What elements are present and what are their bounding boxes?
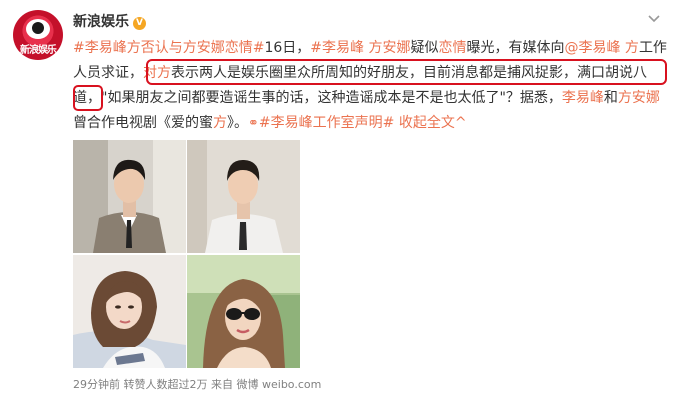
name-link[interactable]: 李易峰 xyxy=(562,90,604,106)
link-icon: ⚭ xyxy=(248,116,259,131)
avatar-logo-text: 新浪娱乐 xyxy=(20,45,57,56)
photo-thumbnail[interactable] xyxy=(73,255,186,368)
chevron-up-icon[interactable]: ^ xyxy=(455,115,467,131)
repost-count: 转赞人数超过2万 xyxy=(123,378,208,391)
verified-icon: V xyxy=(133,17,146,30)
account-name-row: 新浪娱乐 V xyxy=(73,11,146,31)
highlight-box xyxy=(73,85,103,111)
hashtag-link[interactable]: #李易峰方否认与方安娜恋情# xyxy=(73,40,264,56)
mention-link[interactable]: @李易峰 方 xyxy=(564,40,638,56)
photo-thumbnail[interactable] xyxy=(187,255,300,368)
account-name[interactable]: 新浪娱乐 xyxy=(73,14,129,30)
photo-thumbnail[interactable] xyxy=(73,140,186,253)
post-source: 来自 微博 weibo.com xyxy=(211,378,322,391)
avatar[interactable]: 新浪娱乐 xyxy=(13,10,63,60)
post-time[interactable]: 29分钟前 xyxy=(73,378,120,391)
name-link[interactable]: 方安娜 xyxy=(618,90,660,106)
collapse-link[interactable]: 收起全文 xyxy=(399,115,455,131)
chevron-down-icon[interactable] xyxy=(648,12,660,24)
highlight-box xyxy=(146,59,667,85)
photo-thumbnail[interactable] xyxy=(187,140,300,253)
post-meta: 29分钟前 转赞人数超过2万 来自 微博 weibo.com xyxy=(73,376,321,392)
hashtag-link[interactable]: #李易峰 方安娜 xyxy=(310,40,410,56)
post-text: #李易峰方否认与方安娜恋情#16日，#李易峰 方安娜疑似恋情曝光，有媒体向@李易… xyxy=(73,40,667,131)
keyword-link[interactable]: 方 xyxy=(213,115,227,131)
hashtag-link[interactable]: #李易峰工作室声明# xyxy=(259,115,394,131)
keyword-link[interactable]: 恋情 xyxy=(438,40,466,56)
